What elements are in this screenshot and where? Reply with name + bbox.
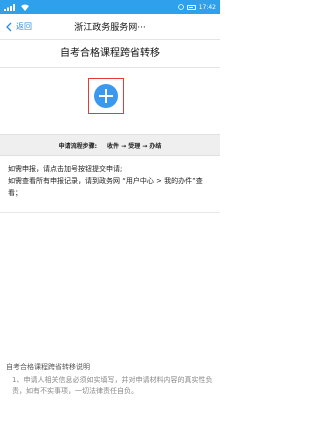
notice-line-2: 如需查看所有申报记录，请到政务网 “用户中心 > 我的办件”查看； bbox=[8, 177, 203, 197]
plus-circle-icon bbox=[94, 84, 118, 108]
divider bbox=[0, 212, 220, 213]
add-button[interactable] bbox=[88, 78, 124, 114]
status-left bbox=[4, 3, 29, 11]
footer-text: 1、申请人相关信息必须如实填写，并对申请材料内容的真实性负责，如有不实事项，一切… bbox=[12, 376, 213, 395]
process-steps: 收件 → 受理 → 办结 bbox=[106, 142, 162, 150]
footer-title: 自考合格课程跨省转移说明 bbox=[6, 363, 90, 371]
footer: 自考合格课程跨省转移说明 1、申请人相关信息必须如实填写，并对申请材料内容的真实… bbox=[0, 362, 220, 397]
battery-icon bbox=[186, 4, 196, 10]
status-bar: 17:42 bbox=[0, 0, 220, 14]
process-bar: 申请流程步骤: 收件 → 受理 → 办结 bbox=[0, 134, 220, 156]
page-heading: 自考合格课程跨省转移 bbox=[0, 40, 220, 68]
nav-bar: 返回 浙江政务服务网··· bbox=[0, 14, 220, 40]
wifi-icon bbox=[21, 4, 29, 11]
alarm-icon bbox=[177, 4, 184, 10]
signal-icon bbox=[4, 3, 15, 11]
nav-title: 浙江政务服务网··· bbox=[74, 23, 146, 33]
chevron-left-icon bbox=[6, 22, 12, 31]
notice-text: 如需申报，请点击加号按钮提交申请; 如需查看所有申报记录，请到政务网 “用户中心… bbox=[8, 163, 214, 199]
back-label: 返回 bbox=[16, 22, 32, 31]
back-button[interactable]: 返回 bbox=[0, 21, 32, 32]
process-label: 申请流程步骤: bbox=[58, 142, 97, 150]
status-time: 17:42 bbox=[198, 3, 216, 11]
status-right: 17:42 bbox=[177, 3, 216, 11]
add-area bbox=[0, 68, 220, 128]
notice-line-1: 如需申报，请点击加号按钮提交申请; bbox=[8, 165, 123, 173]
